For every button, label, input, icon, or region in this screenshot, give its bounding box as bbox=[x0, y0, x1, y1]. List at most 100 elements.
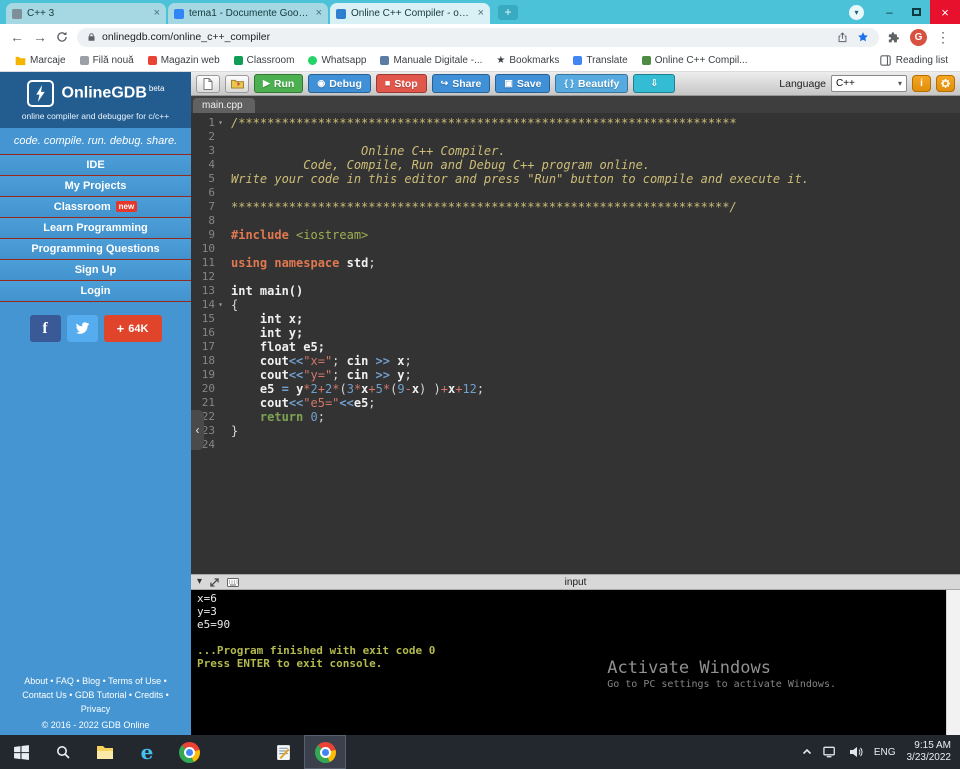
browser-tab[interactable]: Online C++ Compiler - online ed × bbox=[330, 3, 490, 24]
file-explorer-taskbar-button[interactable] bbox=[84, 735, 126, 769]
code-line[interactable]: 9 #include <iostream> bbox=[191, 228, 960, 242]
bookmark-item[interactable]: ★ Bookmarks bbox=[489, 55, 566, 66]
network-icon[interactable] bbox=[823, 746, 838, 758]
maximize-button[interactable] bbox=[903, 0, 930, 24]
bookmark-star-icon[interactable] bbox=[857, 31, 869, 43]
new-file-icon[interactable] bbox=[196, 74, 220, 93]
profile-avatar[interactable]: G bbox=[910, 28, 927, 46]
search-taskbar-button[interactable] bbox=[42, 735, 84, 769]
browser-tab[interactable]: tema1 - Documente Google × bbox=[168, 3, 328, 24]
browser-tab[interactable]: C++ 3 × bbox=[6, 3, 166, 24]
code-line[interactable]: 7 ***************************************… bbox=[191, 200, 960, 214]
bookmark-item[interactable]: Whatsapp bbox=[301, 55, 373, 66]
code-line[interactable]: 14 ▾ { bbox=[191, 298, 960, 312]
collapse-icon[interactable]: ▾ bbox=[197, 577, 202, 587]
code-line[interactable]: 4 Code, Compile, Run and Debug C++ progr… bbox=[191, 158, 960, 172]
download-button[interactable]: ⇩ bbox=[633, 74, 676, 93]
tab-close-icon[interactable]: × bbox=[478, 8, 484, 19]
minimize-button[interactable]: – bbox=[876, 0, 903, 24]
language-indicator[interactable]: ENG bbox=[874, 747, 896, 758]
settings-gear-icon[interactable] bbox=[936, 75, 955, 92]
back-icon[interactable]: ← bbox=[10, 30, 24, 44]
code-line[interactable]: 5 Write your code in this editor and pres… bbox=[191, 172, 960, 186]
debug-button[interactable]: ◉ Debug bbox=[308, 74, 371, 93]
share-icon[interactable] bbox=[837, 31, 848, 43]
share-button[interactable]: ↪ Share bbox=[431, 74, 491, 93]
code-line[interactable]: 3 Online C++ Compiler. bbox=[191, 144, 960, 158]
writer-taskbar-button[interactable] bbox=[262, 735, 304, 769]
code-line[interactable]: 16 int y; bbox=[191, 326, 960, 340]
clock[interactable]: 9:15 AM 3/23/2022 bbox=[907, 740, 952, 765]
keyboard-icon[interactable] bbox=[227, 577, 240, 587]
code-line[interactable]: 22 return 0; bbox=[191, 410, 960, 424]
chrome-taskbar-button[interactable] bbox=[304, 735, 346, 769]
code-line[interactable]: 23} bbox=[191, 424, 960, 438]
console[interactable]: x=6 y=3 e5=90 ...Program finished with exi… bbox=[191, 590, 946, 735]
bookmark-item[interactable]: Manuale Digitale -... bbox=[373, 55, 489, 66]
file-tab-main-cpp[interactable]: main.cpp bbox=[193, 98, 255, 113]
code-line[interactable]: 20 e5 = y*2+2*(3*x+5*(9-x) )+x+12; bbox=[191, 382, 960, 396]
resize-icon[interactable] bbox=[210, 577, 219, 587]
reading-list-button[interactable]: Reading list bbox=[879, 55, 952, 66]
code-line[interactable]: 18 cout<<"x="; cin >> x; bbox=[191, 354, 960, 368]
tab-search-icon[interactable]: ▾ bbox=[849, 4, 864, 20]
bookmark-item[interactable]: Translate bbox=[566, 55, 634, 66]
chevron-up-icon[interactable] bbox=[802, 748, 812, 756]
fold-icon[interactable]: ▾ bbox=[215, 298, 226, 312]
tab-close-icon[interactable]: × bbox=[316, 8, 322, 19]
edge-taskbar-button[interactable]: e bbox=[126, 735, 168, 769]
code-line[interactable]: 1 ▾ /*************************************… bbox=[191, 116, 960, 130]
bookmark-item[interactable]: Filă nouă bbox=[73, 55, 141, 66]
run-button[interactable]: ▶ Run bbox=[254, 74, 304, 93]
chrome-taskbar-button[interactable] bbox=[168, 735, 210, 769]
sidebar-collapse-handle[interactable]: ‹ bbox=[191, 410, 204, 450]
code-line[interactable]: 21 cout<<"e5="<<e5; bbox=[191, 396, 960, 410]
open-file-icon[interactable] bbox=[225, 74, 249, 93]
console-scrollbar[interactable] bbox=[946, 590, 960, 735]
fold-icon[interactable]: ▾ bbox=[215, 116, 226, 130]
code-line[interactable]: 24 bbox=[191, 438, 960, 452]
language-select[interactable]: C++ ▾ bbox=[831, 75, 907, 92]
bookmark-item[interactable]: Classroom bbox=[227, 55, 302, 66]
sidebar-item-my-projects[interactable]: My Projects bbox=[0, 175, 191, 196]
address-bar[interactable]: onlinegdb.com/online_c++_compiler bbox=[77, 27, 879, 47]
forward-icon[interactable]: → bbox=[33, 30, 47, 44]
code-line[interactable]: 10 bbox=[191, 242, 960, 256]
sidebar-footer-links[interactable]: About • FAQ • Blog • Terms of Use • Cont… bbox=[0, 675, 191, 720]
extensions-icon[interactable] bbox=[888, 31, 901, 44]
info-icon[interactable]: i bbox=[912, 75, 931, 92]
bookmark-item[interactable]: Online C++ Compil... bbox=[635, 55, 755, 66]
sidebar-item-sign-up[interactable]: Sign Up bbox=[0, 259, 191, 280]
twitter-icon[interactable] bbox=[66, 315, 98, 342]
code-line[interactable]: 8 bbox=[191, 214, 960, 228]
bookmark-item[interactable]: Marcaje bbox=[8, 55, 73, 66]
code-line[interactable]: 17 float e5; bbox=[191, 340, 960, 354]
start-taskbar-button[interactable] bbox=[0, 735, 42, 769]
url-text[interactable]: onlinegdb.com/online_c++_compiler bbox=[102, 31, 270, 43]
tab-close-icon[interactable]: × bbox=[154, 8, 160, 19]
sidebar-item-programming-questions[interactable]: Programming Questions bbox=[0, 238, 191, 259]
code-line[interactable]: 6 bbox=[191, 186, 960, 200]
code-line[interactable]: 2 bbox=[191, 130, 960, 144]
stop-button[interactable]: ■ Stop bbox=[375, 74, 427, 93]
sidebar-item-ide[interactable]: IDE bbox=[0, 154, 191, 175]
save-button[interactable]: ▣ Save bbox=[495, 74, 551, 93]
beautify-button[interactable]: { } Beautify bbox=[555, 74, 629, 93]
share-plus-icon[interactable]: +64K bbox=[103, 315, 162, 342]
reload-icon[interactable] bbox=[56, 31, 68, 43]
new-tab-button[interactable]: + bbox=[498, 5, 518, 20]
code-line[interactable]: 13 int main() bbox=[191, 284, 960, 298]
sidebar-item-learn-programming[interactable]: Learn Programming bbox=[0, 217, 191, 238]
sidebar-item-login[interactable]: Login bbox=[0, 280, 191, 302]
kebab-menu-icon[interactable]: ⋮ bbox=[936, 30, 950, 44]
code-editor[interactable]: 1 ▾/*************************************… bbox=[191, 113, 960, 574]
sidebar-item-classroom[interactable]: Classroom new bbox=[0, 196, 191, 217]
close-button[interactable]: × bbox=[930, 0, 960, 24]
speaker-icon[interactable] bbox=[849, 746, 863, 758]
code-line[interactable]: 15 int x; bbox=[191, 312, 960, 326]
code-line[interactable]: 12 bbox=[191, 270, 960, 284]
bookmark-item[interactable]: Magazin web bbox=[141, 55, 227, 66]
facebook-icon[interactable]: f bbox=[29, 315, 61, 342]
code-line[interactable]: 19 cout<<"y="; cin >> y; bbox=[191, 368, 960, 382]
code-line[interactable]: 11 using namespace std; bbox=[191, 256, 960, 270]
